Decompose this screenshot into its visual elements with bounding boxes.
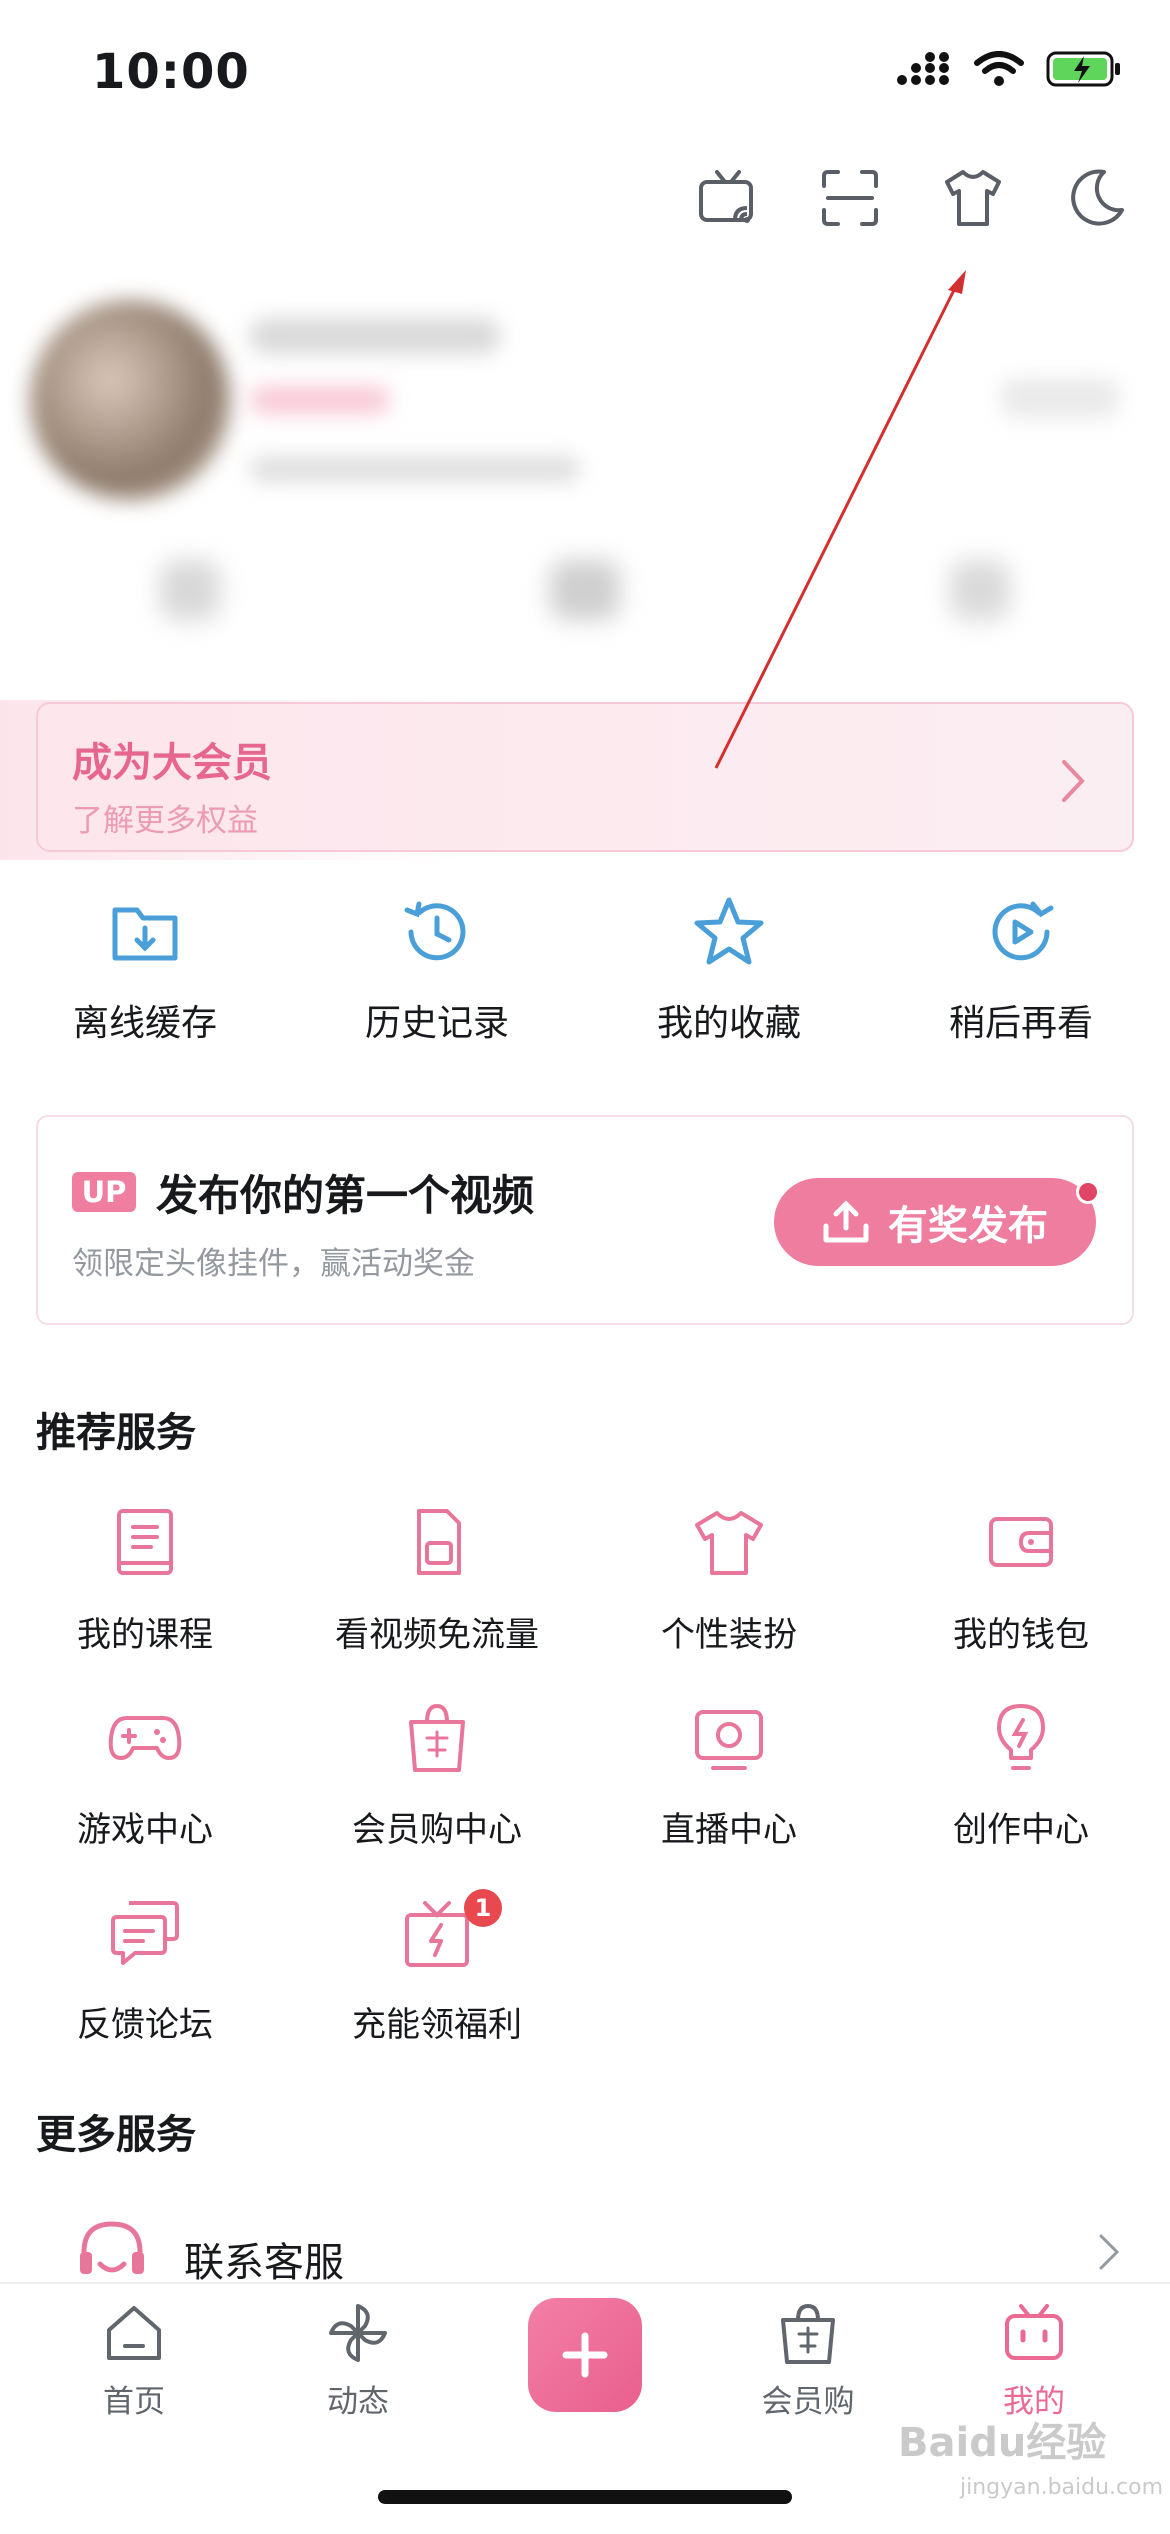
watermark-url: jingyan.baidu.com	[960, 2475, 1164, 2500]
upload-card-subtitle: 领限定头像挂件，赢活动奖金	[72, 1246, 475, 1282]
reward-publish-label: 有奖发布	[888, 1203, 1048, 1249]
live-tv-icon	[695, 1710, 763, 1770]
home-icon	[107, 2306, 161, 2360]
vip-subtitle: 了解更多权益	[72, 803, 258, 839]
service-my-courses[interactable]: 我的课程	[0, 1505, 290, 1656]
plus-icon	[562, 2332, 608, 2378]
service-charge-rewards[interactable]: 充能领福利	[292, 1895, 582, 2046]
recommended-services-title: 推荐服务	[36, 1410, 196, 1456]
service-label: 创作中心	[953, 1810, 1089, 1850]
nav-dynamic[interactable]: 动态	[268, 2300, 448, 2421]
quick-action-offline-cache[interactable]: 离线缓存	[0, 892, 290, 1046]
wifi-icon	[974, 51, 1024, 86]
nav-label: 会员购	[761, 2384, 855, 2420]
chevron-right-icon	[1062, 760, 1085, 802]
wallet-icon	[989, 1517, 1053, 1567]
quick-action-label: 历史记录	[364, 1003, 509, 1044]
lightbulb-icon	[997, 1704, 1045, 1770]
upload-icon	[823, 1200, 869, 1243]
avatar[interactable]	[30, 300, 230, 500]
history-clock-icon	[404, 901, 466, 961]
vip-title: 成为大会员	[72, 740, 272, 786]
moon-icon[interactable]	[1064, 166, 1128, 230]
publish-plus-button[interactable]	[528, 2298, 642, 2412]
service-wallet[interactable]: 我的钱包	[876, 1505, 1166, 1656]
service-label: 我的课程	[77, 1615, 213, 1655]
cellular-signal-icon	[897, 52, 949, 85]
battery-charging-icon	[1046, 51, 1120, 87]
quick-action-history[interactable]: 历史记录	[292, 892, 582, 1046]
download-folder-icon	[112, 907, 178, 961]
quick-action-favorites[interactable]: 我的收藏	[584, 892, 874, 1046]
scan-icon[interactable]	[818, 166, 882, 230]
service-feedback-forum[interactable]: 反馈论坛	[0, 1895, 290, 2046]
star-icon	[694, 897, 764, 965]
service-vip-shop[interactable]: 会员购中心	[292, 1700, 582, 1851]
watermark: Baidu经验	[898, 2420, 1107, 2466]
course-book-icon	[117, 1509, 173, 1575]
tshirt-icon[interactable]	[941, 166, 1005, 230]
status-time: 10:00	[92, 44, 250, 100]
quick-action-label: 我的收藏	[656, 1003, 801, 1044]
nav-mine[interactable]: 我的	[944, 2300, 1124, 2421]
bilibili-tv-icon	[1005, 2304, 1063, 2360]
service-free-data[interactable]: 看视频免流量	[292, 1505, 582, 1656]
service-label: 充能领福利	[352, 2005, 522, 2045]
nav-label: 动态	[327, 2384, 389, 2420]
gamepad-icon	[108, 1716, 182, 1760]
service-label: 看视频免流量	[335, 1615, 539, 1655]
chevron-right-icon	[1099, 2234, 1120, 2270]
service-creator-center[interactable]: 创作中心	[876, 1700, 1166, 1851]
service-game-center[interactable]: 游戏中心	[0, 1700, 290, 1851]
service-label: 会员购中心	[352, 1810, 522, 1850]
sim-card-icon	[417, 1509, 461, 1575]
reward-publish-button[interactable]: 有奖发布	[774, 1178, 1096, 1266]
nav-label: 首页	[103, 2384, 165, 2420]
notification-dot	[1076, 1180, 1100, 1204]
service-label: 游戏中心	[77, 1810, 213, 1850]
quick-action-label: 稍后再看	[948, 1003, 1093, 1044]
pinwheel-icon	[329, 2304, 387, 2362]
home-indicator[interactable]	[378, 2490, 792, 2504]
service-label: 直播中心	[661, 1810, 797, 1850]
service-label: 我的钱包	[953, 1615, 1089, 1655]
status-icons	[896, 50, 1122, 88]
service-label: 反馈论坛	[77, 2005, 213, 2045]
service-label: 个性装扮	[661, 1615, 797, 1655]
shopping-bag-icon	[409, 1703, 465, 1772]
service-count-badge: 1	[464, 1889, 502, 1927]
watch-later-icon	[992, 901, 1054, 961]
nav-vip-shop[interactable]: 会员购	[718, 2300, 898, 2421]
upload-card-title: 发布你的第一个视频	[156, 1171, 535, 1220]
more-services-title: 更多服务	[36, 2112, 196, 2158]
quick-action-watch-later[interactable]: 稍后再看	[876, 892, 1166, 1046]
shopping-bag-icon	[781, 2303, 835, 2364]
chat-bubbles-icon	[111, 1901, 179, 1965]
nav-home[interactable]: 首页	[44, 2300, 224, 2421]
up-badge: UP	[72, 1172, 136, 1212]
quick-action-label: 离线缓存	[72, 1003, 217, 1044]
tv-cast-icon[interactable]	[695, 166, 759, 230]
more-service-label: 联系客服	[184, 2240, 344, 2286]
service-personal-dressup[interactable]: 个性装扮	[584, 1505, 874, 1656]
tshirt-icon	[695, 1511, 763, 1575]
service-live-center[interactable]: 直播中心	[584, 1700, 874, 1851]
